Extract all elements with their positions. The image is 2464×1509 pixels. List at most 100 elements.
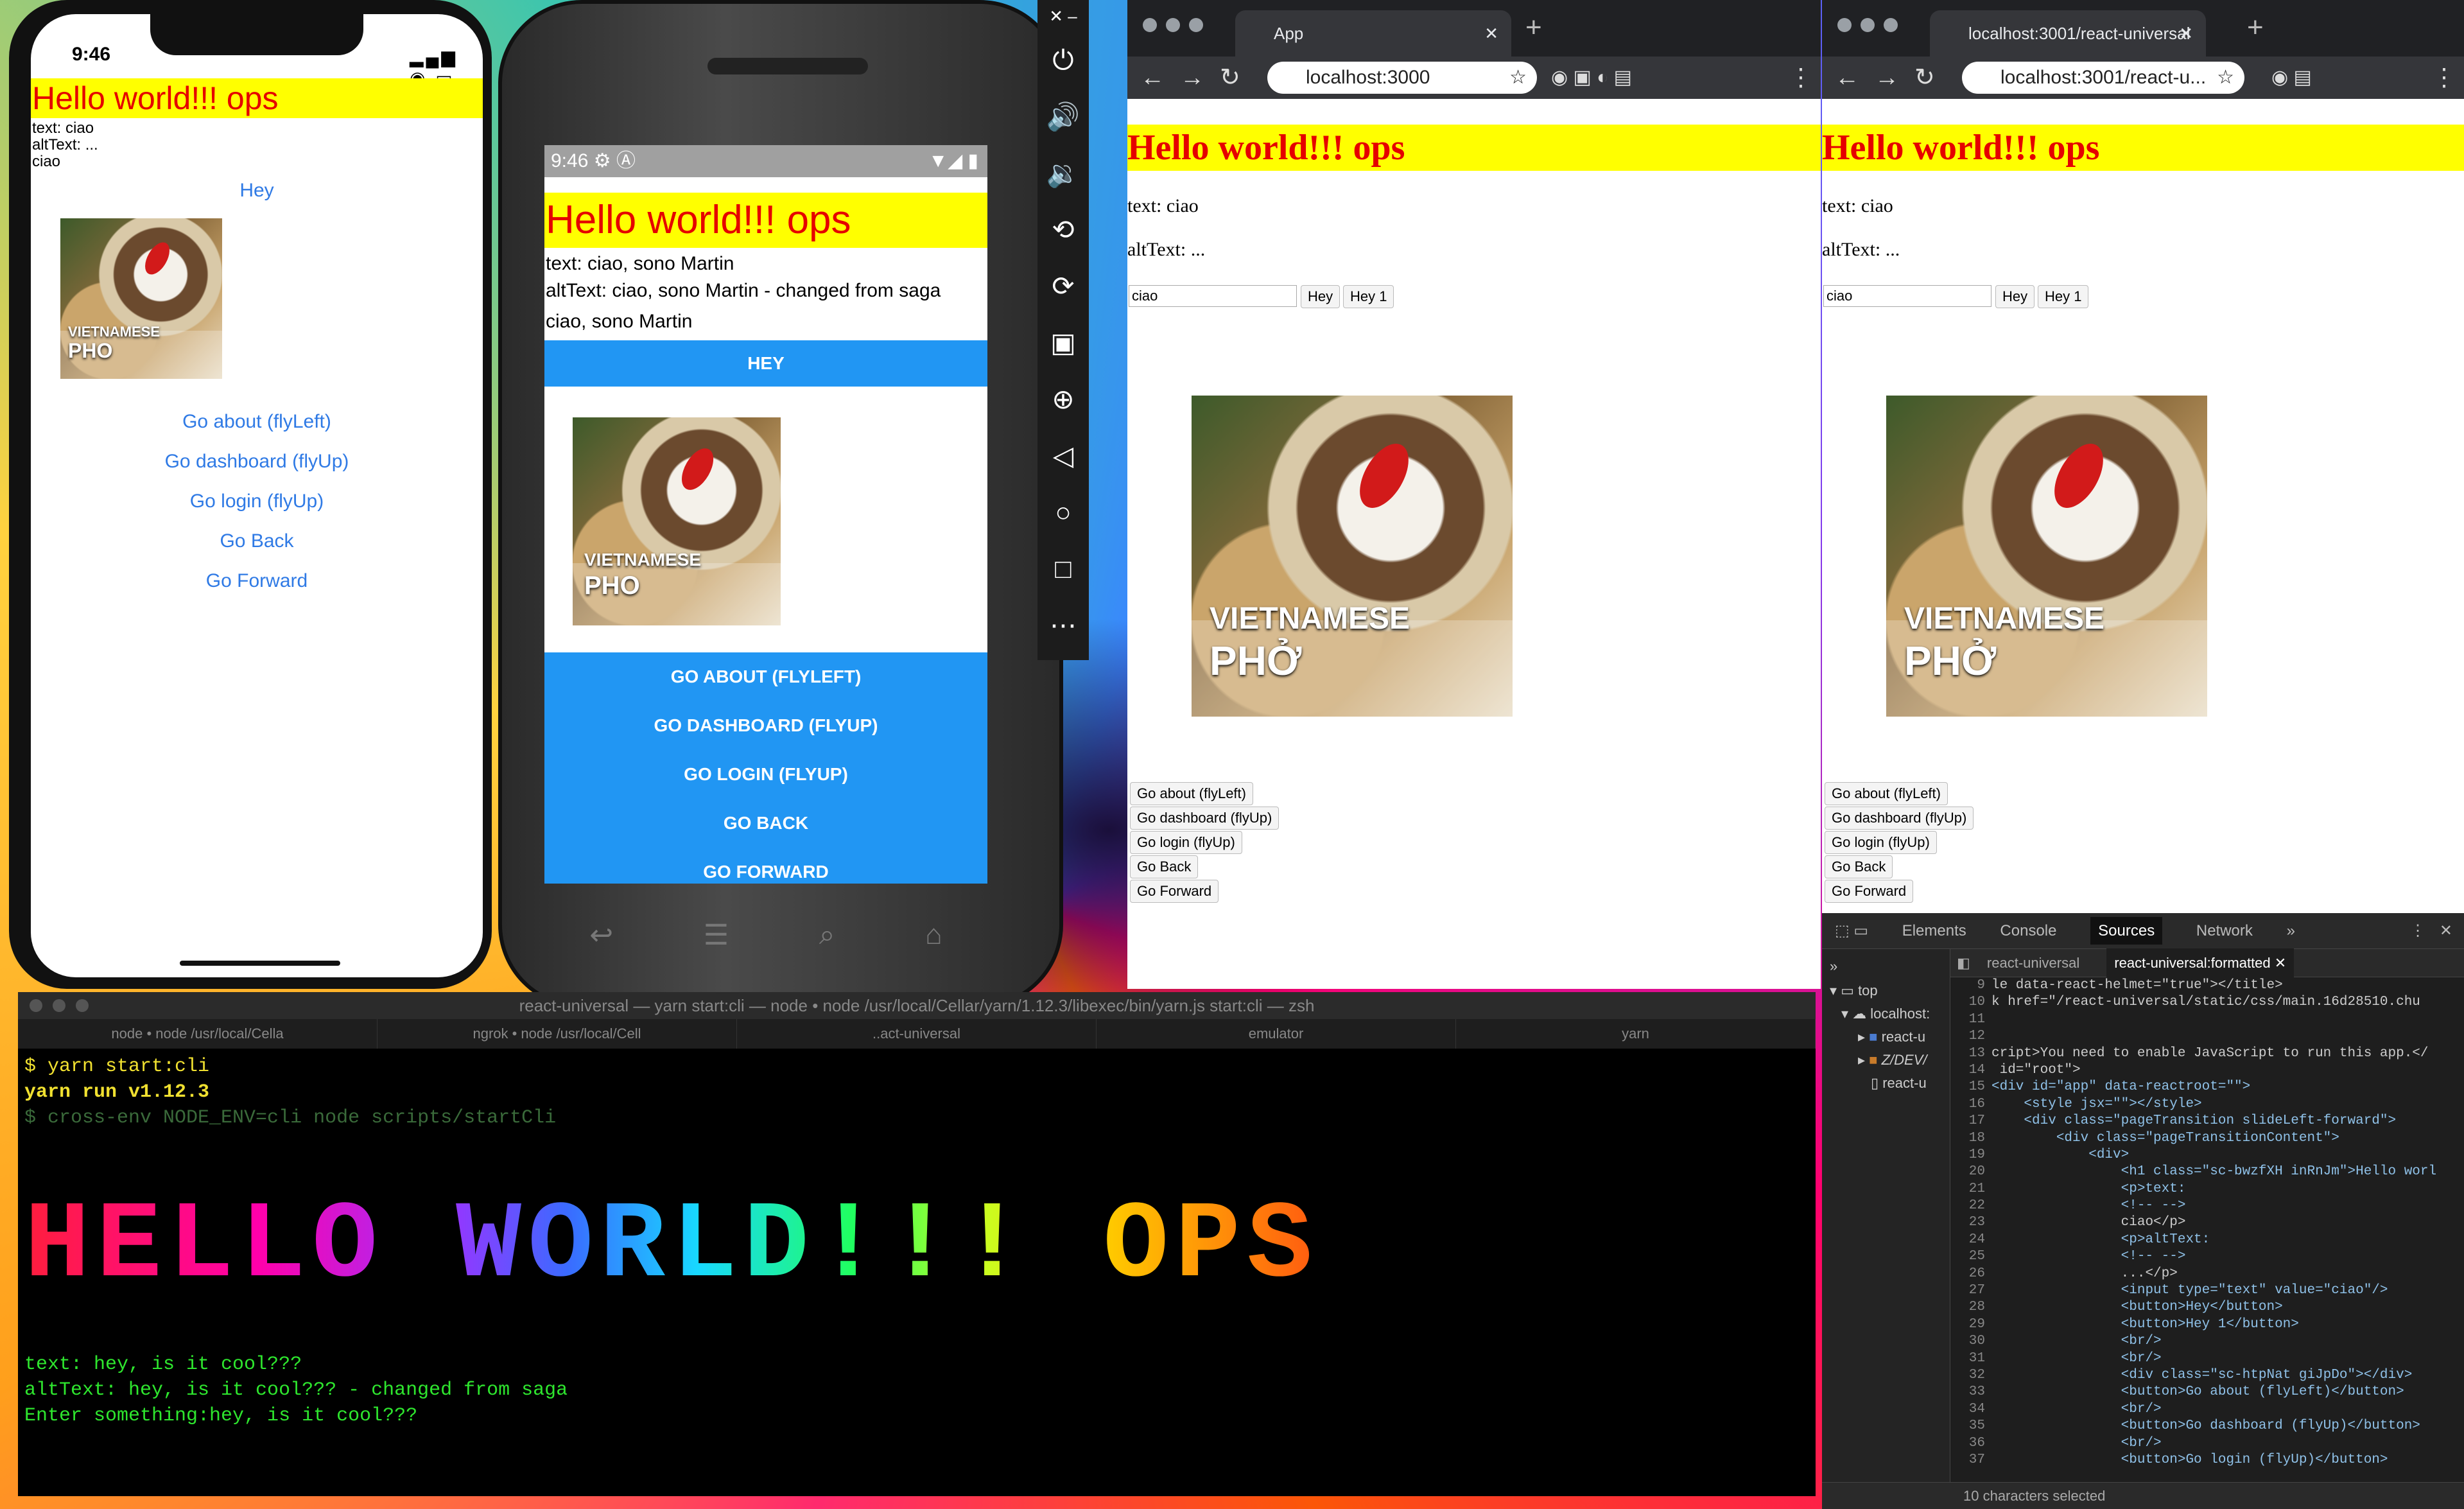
zoom-icon[interactable]: ⊕ [1037,371,1089,428]
rotate-left-icon[interactable]: ⟲ [1037,202,1089,258]
forward-icon[interactable]: → [1180,57,1204,99]
search-icon[interactable]: ⌕ [819,919,835,951]
code-line[interactable]: 18 <div class="pageTransitionContent"> [1950,1130,2464,1147]
navigator-toggle-icon[interactable]: » [1822,949,1950,975]
go-login-button[interactable]: Go login (flyUp) [1825,831,1937,854]
new-tab-icon[interactable]: + [2247,12,2264,44]
close-devtools-icon[interactable]: ✕ [2440,913,2452,949]
text-input[interactable]: ciao [1129,285,1297,307]
hey-button[interactable]: Hey [1995,285,2035,308]
code-line[interactable]: 16 <style jsx=""></style> [1950,1096,2464,1113]
hey-button[interactable]: HEY [544,340,987,387]
tree-item-localhost[interactable]: ▾ ☁ localhost: [1822,999,1950,1022]
menu-icon[interactable]: ⋮ [2432,57,2456,99]
tree-item-folder[interactable]: ▸ ■ react-u [1822,1022,1950,1045]
tab-elements[interactable]: Elements [1902,922,1966,939]
home-icon[interactable]: ○ [1037,484,1089,541]
code-line[interactable]: 23 ciao</p> [1950,1214,2464,1231]
tab-network[interactable]: Network [2196,922,2253,939]
code-line[interactable]: 31 <br/> [1950,1350,2464,1367]
code-line[interactable]: 21 <p>text: [1950,1181,2464,1198]
close-minimize-icon[interactable]: ✕ – [1037,0,1089,32]
code-line[interactable]: 25 <!-- --> [1950,1248,2464,1265]
code-line[interactable]: 27 <input type="text" value="ciao"/> [1950,1282,2464,1299]
prompt-line[interactable]: Enter something:hey, is it cool??? [24,1403,568,1429]
tab-app[interactable]: App ✕ [1235,10,1511,57]
code-line[interactable]: 11 [1950,1011,2464,1028]
code-line[interactable]: 32 <div class="sc-htpNat giJpDo"></div> [1950,1367,2464,1384]
settings-menu-icon[interactable]: ⋮ [2410,913,2425,949]
code-line[interactable]: 37 <button>Go login (flyUp)</button> [1950,1452,2464,1469]
code-line[interactable]: 13 cript>You need to enable JavaScript to… [1950,1045,2464,1062]
back-icon[interactable]: ◁ [1037,428,1089,484]
tab-react-universal[interactable]: localhost:3001/react-universal ✕ [1930,10,2206,57]
code-line[interactable]: 20 <h1 class="sc-bwzfXH inRnJm">Hello wo… [1950,1164,2464,1180]
go-back-button[interactable]: Go Back [1130,855,1199,878]
code-line[interactable]: 10 k href="/react-universal/static/css/ma… [1950,994,2464,1011]
address-bar[interactable]: localhost:3001/react-u... ☆ [1962,62,2244,94]
file-tab[interactable]: react-universal [1987,955,2079,971]
code-line[interactable]: 35 <button>Go dashboard (flyUp)</button> [1950,1418,2464,1435]
volume-up-icon[interactable]: 🔊 [1037,89,1089,145]
reload-icon[interactable]: ↻ [1914,57,1935,99]
sidebar-toggle-icon[interactable]: ◧ [1957,955,1970,971]
go-about-button[interactable]: GO ABOUT (FLYLEFT) [544,652,987,701]
reload-icon[interactable]: ↻ [1220,57,1240,99]
tree-item-folder[interactable]: ▸ ■ Z/DEV/ [1822,1045,1950,1069]
file-tab-active[interactable]: react-universal:formatted ✕ [2106,948,2295,977]
go-back-button[interactable]: Go Back [1825,855,1893,878]
terminal-tab[interactable]: ngrok • node /usr/local/Cell [377,1019,737,1049]
back-icon[interactable]: ↩ [589,919,613,952]
go-forward-button[interactable]: Go Forward [31,570,483,592]
code-line[interactable]: 36 <br/> [1950,1435,2464,1452]
terminal-tab[interactable]: ..act-universal [737,1019,1097,1049]
home-indicator[interactable] [180,961,340,966]
go-login-button[interactable]: Go login (flyUp) [1130,831,1242,854]
tree-item-file[interactable]: ▯ react-u [1822,1069,1950,1092]
address-bar[interactable]: localhost:3000 ☆ [1267,62,1537,94]
menu-icon[interactable]: ☰ [704,919,729,952]
go-forward-button[interactable]: Go Forward [1825,880,1914,903]
go-login-button[interactable]: Go login (flyUp) [31,491,483,512]
close-tab-icon[interactable]: ✕ [2179,10,2193,57]
menu-icon[interactable]: ⋮ [1789,57,1813,99]
terminal-tab[interactable]: emulator [1097,1019,1456,1049]
go-login-button[interactable]: GO LOGIN (FLYUP) [544,750,987,799]
hey-1-button[interactable]: Hey 1 [1343,285,1394,308]
go-dashboard-button[interactable]: Go dashboard (flyUp) [1130,807,1280,830]
go-about-button[interactable]: Go about (flyLeft) [1825,782,1948,805]
go-back-button[interactable]: GO BACK [544,799,987,848]
code-line[interactable]: 26 ...</p> [1950,1266,2464,1282]
code-line[interactable]: 12 [1950,1028,2464,1045]
go-back-button[interactable]: Go Back [31,530,483,552]
terminal-tab[interactable]: yarn [1456,1019,1816,1049]
bookmark-star-icon[interactable]: ☆ [2217,62,2234,94]
forward-icon[interactable]: → [1875,57,1899,99]
bookmark-star-icon[interactable]: ☆ [1509,62,1527,94]
code-line[interactable]: 30 <br/> [1950,1333,2464,1350]
back-icon[interactable]: ← [1140,57,1165,99]
rotate-right-icon[interactable]: ⟳ [1037,258,1089,315]
tree-item-top[interactable]: ▾ ▭ top [1822,975,1950,999]
window-controls[interactable] [1143,18,1212,35]
code-line[interactable]: 29 <button>Hey 1</button> [1950,1316,2464,1333]
close-tab-icon[interactable]: ✕ [1484,10,1498,57]
terminal-tab[interactable]: node • node /usr/local/Cella [18,1019,377,1049]
tab-sources[interactable]: Sources [2090,917,2163,945]
code-line[interactable]: 28 <button>Hey</button> [1950,1299,2464,1316]
hey-button[interactable]: Hey [1301,285,1340,308]
go-forward-button[interactable]: GO FORWARD [544,848,987,884]
volume-down-icon[interactable]: 🔉 [1037,145,1089,202]
more-icon[interactable]: ⋯ [1037,597,1089,654]
tab-console[interactable]: Console [2000,922,2056,939]
go-dashboard-button[interactable]: Go dashboard (flyUp) [1825,807,1974,830]
go-about-button[interactable]: Go about (flyLeft) [31,411,483,433]
home-icon[interactable]: ⌂ [925,919,942,951]
go-about-button[interactable]: Go about (flyLeft) [1130,782,1253,805]
extension-icons[interactable]: ◉ ▤ [2271,57,2312,99]
hey-button[interactable]: Hey [31,180,483,202]
code-line[interactable]: 24 <p>altText: [1950,1232,2464,1248]
power-icon[interactable]: ⏻ [1037,32,1089,89]
text-input[interactable]: ciao [1823,285,1991,307]
code-line[interactable]: 9 le data-react-helmet="true"></title> [1950,977,2464,994]
